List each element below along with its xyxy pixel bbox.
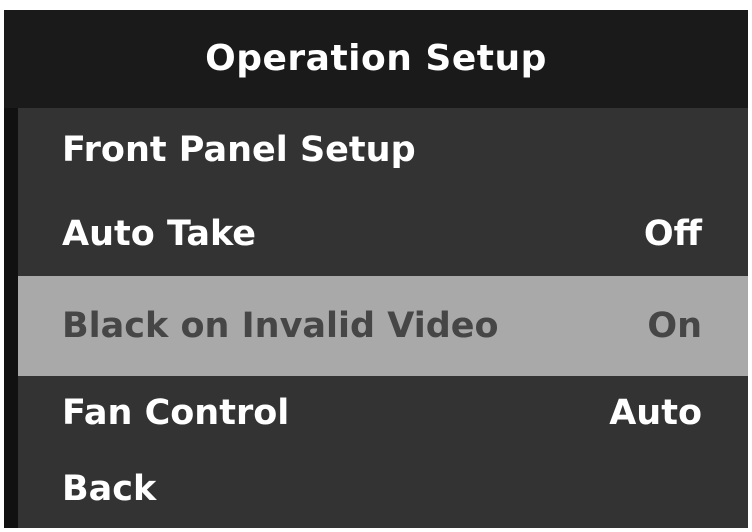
menu-item-value: On bbox=[647, 306, 702, 346]
menu-item-value: Off bbox=[643, 214, 702, 254]
menu-item-label: Front Panel Setup bbox=[62, 130, 416, 170]
menu-item-label: Black on Invalid Video bbox=[62, 306, 499, 346]
menu-item-value: Auto bbox=[609, 393, 702, 433]
page-title: Operation Setup bbox=[4, 10, 748, 108]
device-display: Operation Setup Front Panel Setup Auto T… bbox=[0, 0, 752, 532]
menu-item-fan-control[interactable]: Fan Control Auto bbox=[18, 376, 748, 460]
menu-item-label: Auto Take bbox=[62, 214, 257, 254]
menu-item-auto-take[interactable]: Auto Take Off bbox=[18, 192, 748, 276]
osd-screen: Operation Setup Front Panel Setup Auto T… bbox=[4, 10, 748, 528]
menu-item-front-panel-setup[interactable]: Front Panel Setup bbox=[18, 108, 748, 192]
menu-item-label: Back bbox=[62, 469, 157, 509]
menu-item-black-on-invalid-video[interactable]: Black on Invalid Video On bbox=[18, 276, 748, 376]
menu-item-label: Fan Control bbox=[62, 393, 290, 433]
menu-item-back[interactable]: Back bbox=[18, 450, 748, 528]
menu-list: Front Panel Setup Auto Take Off Black on… bbox=[18, 108, 748, 528]
